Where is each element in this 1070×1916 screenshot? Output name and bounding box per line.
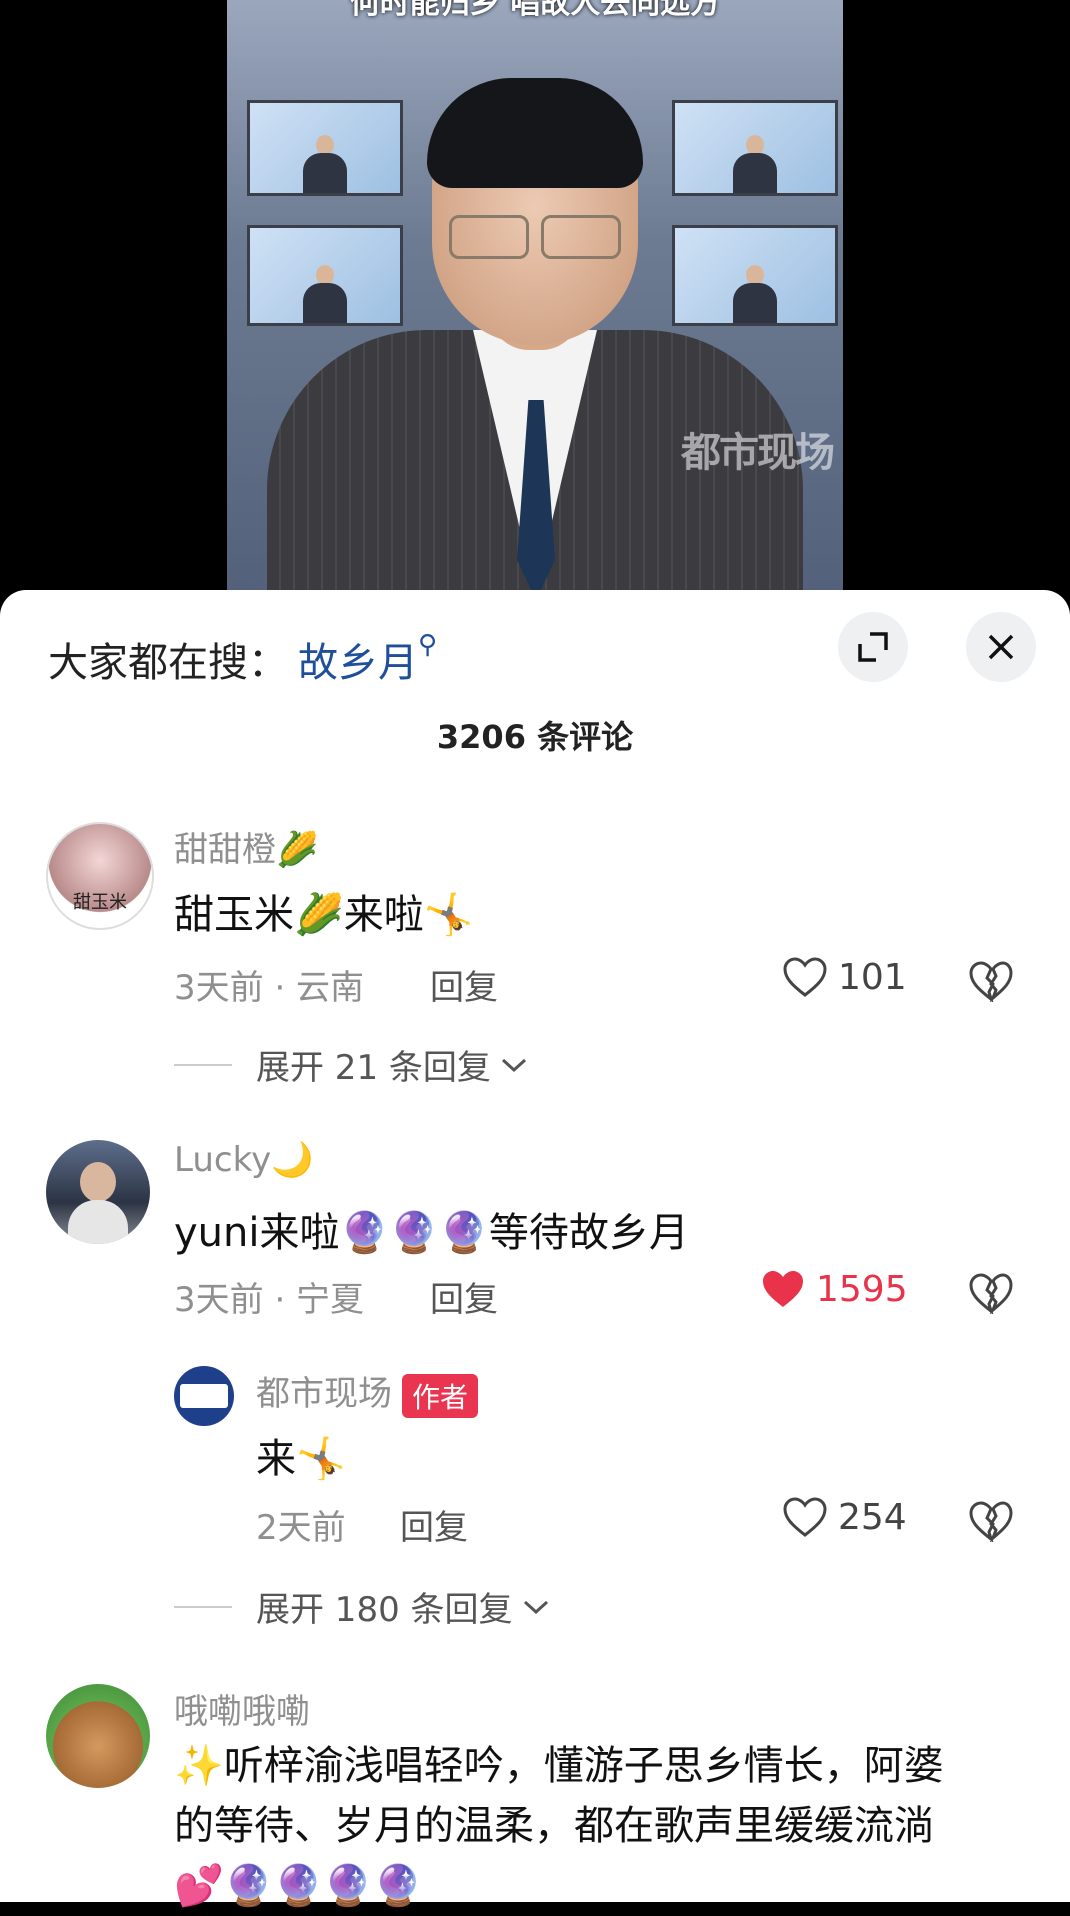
search-icon: ⚲ bbox=[418, 630, 438, 660]
video-caption: 何时能归乡 唱故人去向远方 bbox=[349, 0, 721, 21]
reply-username[interactable]: 都市现场 作者 bbox=[256, 1366, 479, 1418]
expand-replies-button[interactable]: 展开 21 条回复 bbox=[174, 1040, 529, 1089]
reply-text: 来🤸 bbox=[256, 1436, 346, 1482]
dislike-button[interactable] bbox=[968, 960, 1014, 1006]
reply-time: 2天前 bbox=[256, 1508, 346, 1548]
comment-time-location: 3天前 · 云南 bbox=[174, 968, 365, 1008]
broken-heart-icon bbox=[969, 961, 1013, 1003]
broken-heart-icon bbox=[969, 1501, 1013, 1543]
news-anchor-glasses bbox=[449, 215, 621, 259]
comment-text: yuni来啦🔮🔮🔮等待故乡月 bbox=[174, 1210, 689, 1256]
comment-sheet: 大家都在搜： 故乡月⚲ 3206 条评论 甜玉米 甜甜橙🌽 甜玉米🌽来啦🤸 3天前… bbox=[0, 590, 1070, 1909]
close-icon bbox=[988, 634, 1014, 660]
author-badge: 作者 bbox=[402, 1373, 479, 1418]
reply-button[interactable]: 回复 bbox=[430, 1272, 498, 1321]
like-button[interactable]: 101 bbox=[782, 956, 907, 998]
background-monitor bbox=[247, 100, 403, 196]
trending-search-keyword[interactable]: 故乡月⚲ bbox=[298, 630, 437, 686]
comment-text: 甜玉米🌽来啦🤸 bbox=[174, 892, 474, 938]
like-button[interactable]: 254 bbox=[782, 1496, 907, 1538]
like-count: 1595 bbox=[816, 1268, 908, 1310]
avatar[interactable]: 甜玉米 bbox=[46, 822, 154, 930]
expand-replies-button[interactable]: 展开 180 条回复 bbox=[174, 1582, 551, 1631]
dislike-button[interactable] bbox=[968, 1500, 1014, 1546]
close-button[interactable] bbox=[966, 612, 1036, 682]
comment-username[interactable]: Lucky🌙 bbox=[174, 1140, 314, 1180]
comment-time-location: 3天前 · 宁夏 bbox=[174, 1280, 365, 1320]
broken-heart-icon bbox=[969, 1273, 1013, 1315]
background-monitor bbox=[247, 225, 403, 326]
comment-text: ✨听梓渝浅唱轻吟，懂游子思乡情长，阿婆 的等待、岁月的温柔，都在歌声里缓缓流淌 … bbox=[174, 1743, 944, 1909]
reply-avatar[interactable] bbox=[174, 1366, 234, 1426]
like-count: 101 bbox=[838, 956, 907, 998]
divider-line bbox=[174, 1063, 232, 1066]
avatar[interactable] bbox=[46, 1684, 150, 1788]
dislike-button[interactable] bbox=[968, 1272, 1014, 1318]
trending-search-prefix: 大家都在搜： bbox=[48, 640, 288, 686]
background-monitor bbox=[672, 225, 838, 326]
background-monitor bbox=[672, 100, 838, 196]
comment-count: 3206 条评论 bbox=[436, 718, 634, 756]
comment-username[interactable]: 甜甜橙🌽 bbox=[174, 822, 318, 871]
divider-line bbox=[174, 1605, 232, 1608]
trending-search[interactable]: 大家都在搜： 故乡月⚲ bbox=[48, 630, 437, 688]
channel-watermark: 都市现场 bbox=[681, 430, 835, 476]
heart-outline-icon bbox=[783, 1497, 827, 1537]
like-count: 254 bbox=[838, 1496, 907, 1538]
video-player[interactable]: 何时能归乡 唱故人去向远方 都市现场 bbox=[0, 0, 1070, 620]
news-anchor-hair bbox=[427, 78, 643, 188]
reply-button[interactable]: 回复 bbox=[400, 1500, 468, 1549]
expand-fullscreen-button[interactable] bbox=[838, 612, 908, 682]
reply-button[interactable]: 回复 bbox=[430, 960, 498, 1009]
chevron-down-icon bbox=[501, 1058, 526, 1072]
expand-icon bbox=[858, 632, 888, 662]
heart-outline-icon bbox=[783, 957, 827, 997]
like-button[interactable]: 1595 bbox=[760, 1268, 908, 1310]
heart-filled-icon bbox=[763, 1271, 803, 1307]
video-frame: 何时能归乡 唱故人去向远方 都市现场 bbox=[227, 0, 843, 600]
avatar[interactable] bbox=[46, 1140, 150, 1244]
comment-username[interactable]: 哦嘞哦嘞 bbox=[174, 1684, 310, 1733]
chevron-down-icon bbox=[523, 1600, 548, 1614]
